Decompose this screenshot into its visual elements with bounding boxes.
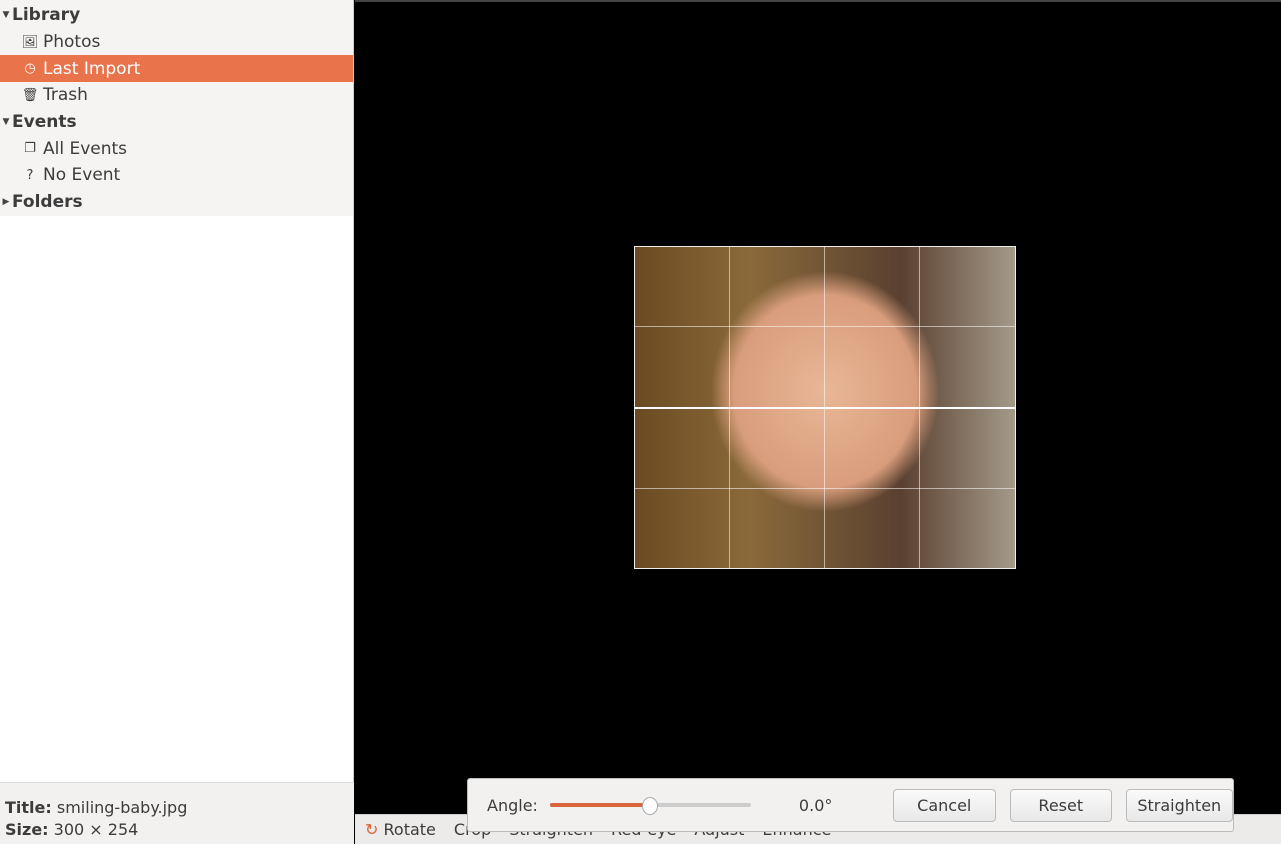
expand-right-icon[interactable]: ▶ — [0, 197, 12, 207]
watermark-logo — [1131, 740, 1281, 800]
angle-slider[interactable] — [549, 797, 751, 815]
label: Rotate — [383, 820, 436, 839]
label: Last Import — [43, 58, 141, 79]
rotate-button[interactable]: ↻ Rotate — [365, 820, 436, 839]
slider-handle[interactable] — [642, 797, 659, 815]
grid-line — [635, 407, 1015, 409]
label: Library — [12, 5, 81, 26]
angle-label: Angle: — [487, 795, 538, 815]
sidebar-item-photos[interactable]: 🖼 Photos — [0, 29, 353, 56]
photo-info: Title: smiling-baby.jpg Size: 300 × 254 — [0, 782, 354, 844]
clock-icon: ◷ — [24, 61, 36, 77]
events-icon: ❐ — [24, 141, 36, 157]
size-label: Size: — [5, 820, 49, 839]
expand-down-icon[interactable]: ▼ — [0, 117, 12, 127]
sidebar: ▼ Library 🖼 Photos ◷ Last Import 🗑 Trash ▼ Ev… — [0, 0, 354, 844]
slider-fill — [549, 803, 651, 807]
label: Folders — [12, 192, 83, 213]
rotate-icon: ↻ — [365, 820, 379, 839]
photo-with-grid[interactable] — [634, 246, 1016, 569]
photos-icon: 🖼 — [21, 34, 39, 50]
label: Events — [12, 112, 77, 133]
grid-line — [635, 488, 1015, 489]
reset-button[interactable]: Reset — [1010, 788, 1112, 822]
size-value: 300 × 254 — [53, 820, 139, 839]
label: All Events — [43, 138, 128, 159]
grid-line — [635, 326, 1015, 327]
sidebar-header-events[interactable]: ▼ Events — [0, 109, 353, 136]
label: Photos — [43, 32, 101, 53]
sidebar-item-last-import[interactable]: ◷ Last Import — [0, 55, 353, 83]
sidebar-item-trash[interactable]: 🗑 Trash — [0, 82, 353, 109]
straighten-dialog: Angle: 0.0° Cancel Reset Straighten — [467, 778, 1234, 832]
expand-down-icon[interactable]: ▼ — [0, 10, 12, 20]
calendar-question-icon: ? — [26, 167, 34, 183]
label: No Event — [43, 165, 121, 186]
sidebar-item-all-events[interactable]: ❐ All Events — [0, 135, 353, 162]
title-label: Title: — [5, 798, 52, 817]
cancel-button[interactable]: Cancel — [892, 788, 997, 822]
sidebar-header-library[interactable]: ▼ Library — [0, 2, 353, 29]
sidebar-item-no-event[interactable]: ? No Event — [0, 162, 353, 189]
trash-icon: 🗑 — [21, 87, 39, 103]
title-value: smiling-baby.jpg — [56, 798, 188, 817]
angle-value: 0.0° — [798, 795, 833, 815]
label: Trash — [43, 85, 88, 106]
library-tree: ▼ Library 🖼 Photos ◷ Last Import 🗑 Trash ▼ Ev… — [0, 0, 353, 216]
sidebar-header-folders[interactable]: ▶ Folders — [0, 189, 353, 216]
